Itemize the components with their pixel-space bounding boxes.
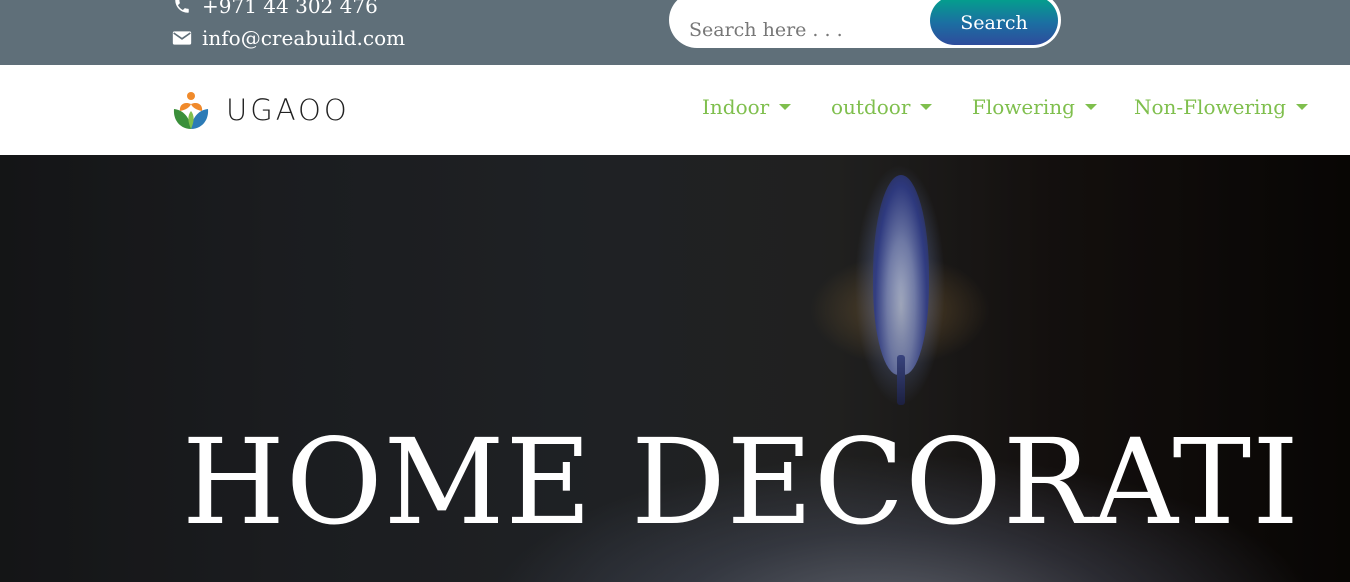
phone-contact: +971 44 302 476: [172, 0, 378, 18]
caret-down-icon: [779, 104, 792, 110]
nav-item-non-flowering[interactable]: Non-Flowering: [1134, 95, 1309, 119]
email-address[interactable]: info@creabuild.com: [202, 26, 405, 50]
nav-item-label: Indoor: [702, 95, 770, 119]
nav-item-indoor[interactable]: Indoor: [702, 95, 792, 119]
email-contact: info@creabuild.com: [172, 26, 405, 50]
search-input[interactable]: [689, 10, 929, 50]
main-navbar: UGAOO Indoor outdoor Flowering Non-Flowe…: [0, 65, 1350, 155]
phone-number: +971 44 302 476: [202, 0, 378, 18]
leaf-logo-icon: [173, 92, 209, 129]
hero-title: HOME DECORATI: [182, 413, 1300, 551]
nav-item-label: Flowering: [972, 95, 1075, 119]
brand-name: UGAOO: [226, 93, 350, 127]
caret-down-icon: [1084, 104, 1097, 110]
hero-banner: HOME DECORATI: [0, 155, 1350, 582]
caret-down-icon: [920, 104, 933, 110]
search-button[interactable]: Search: [930, 0, 1058, 45]
top-contact-bar: +971 44 302 476 info@creabuild.com Searc…: [0, 0, 1350, 65]
caret-down-icon: [1296, 104, 1309, 110]
brand-logo[interactable]: UGAOO: [170, 89, 350, 131]
phone-icon: [172, 0, 192, 16]
nav-item-outdoor[interactable]: outdoor: [831, 95, 933, 119]
nav-item-label: Non-Flowering: [1134, 95, 1287, 119]
envelope-icon: [172, 28, 192, 48]
nav-item-label: outdoor: [831, 95, 911, 119]
nav-item-flowering[interactable]: Flowering: [972, 95, 1097, 119]
